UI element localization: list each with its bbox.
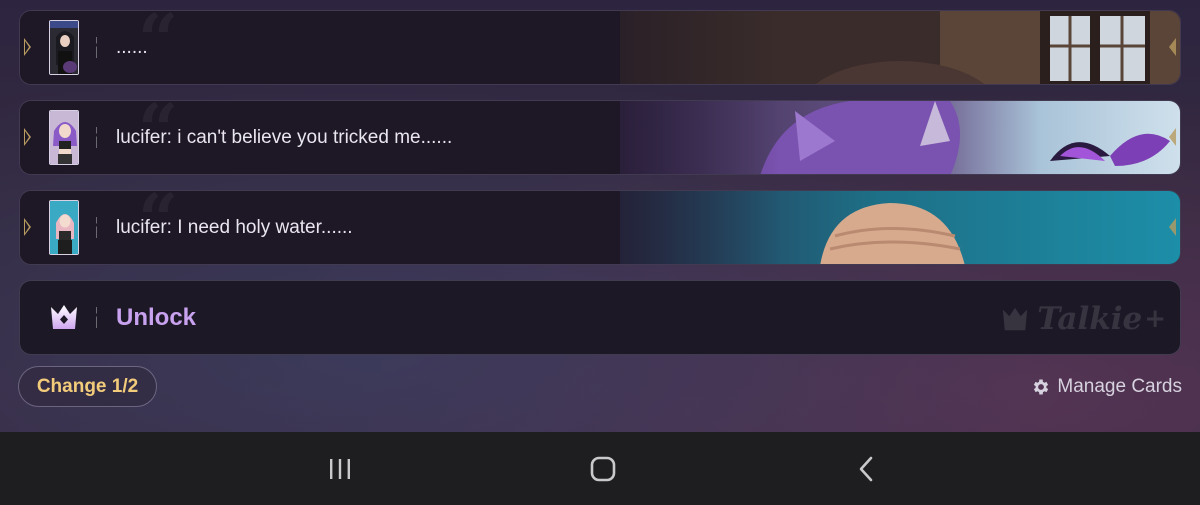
crown-icon: [1003, 307, 1028, 331]
back-icon[interactable]: [846, 452, 886, 486]
character-avatar: [49, 200, 79, 255]
home-icon[interactable]: [583, 452, 623, 486]
chat-card[interactable]: “ lucifer: I need holy water......: [19, 190, 1181, 265]
character-avatar: [49, 20, 79, 75]
manage-cards-button[interactable]: Manage Cards: [1031, 373, 1182, 401]
unlock-card[interactable]: Unlock Talkie +: [19, 280, 1181, 355]
divider: [96, 127, 97, 148]
recent-apps-icon[interactable]: [320, 452, 360, 486]
right-chevron-decoration: [1169, 218, 1176, 236]
card-message: lucifer: i can't believe you tricked me.…: [116, 127, 453, 148]
change-button[interactable]: Change 1/2: [18, 366, 157, 407]
card-message: ......: [116, 37, 148, 58]
chat-card[interactable]: “ lucifer: i can't believe you tricked m…: [19, 100, 1181, 175]
crown-icon: [49, 303, 79, 336]
system-navigation-bar: [0, 432, 1200, 505]
app-screen: “ ...... “ lucifer: i can't believe you …: [0, 0, 1200, 432]
left-chevron-decoration: [24, 38, 31, 56]
gear-icon: [1034, 379, 1049, 395]
divider: [96, 37, 97, 58]
unlock-label: Unlock: [116, 304, 197, 331]
left-chevron-decoration: [24, 128, 31, 146]
divider: [96, 307, 97, 328]
right-chevron-decoration: [1169, 38, 1176, 56]
talkie-plus-watermark: Talkie +: [1001, 299, 1166, 339]
manage-cards-label: Manage Cards: [1057, 376, 1182, 397]
card-message: lucifer: I need holy water......: [116, 217, 353, 238]
right-chevron-decoration: [1169, 128, 1176, 146]
character-avatar: [49, 110, 79, 165]
chat-card[interactable]: “ ......: [19, 10, 1181, 85]
divider: [96, 217, 97, 238]
left-chevron-decoration: [24, 218, 31, 236]
